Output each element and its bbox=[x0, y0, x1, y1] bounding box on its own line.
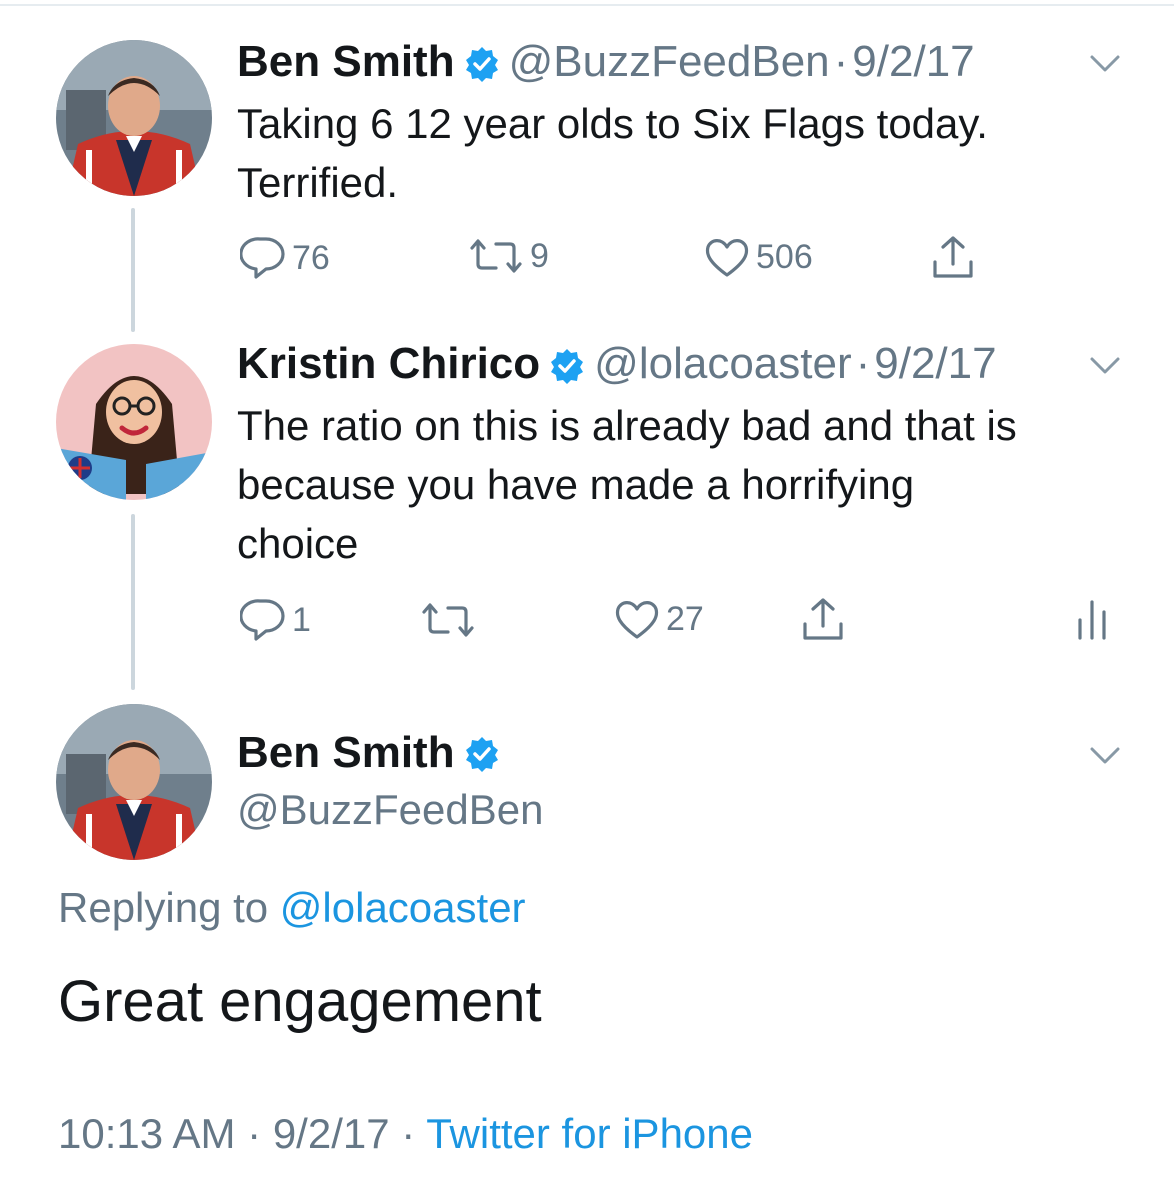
reply-count: 1 bbox=[292, 600, 311, 639]
avatar-kristin-chirico[interactable] bbox=[56, 344, 212, 500]
retweet-icon bbox=[422, 603, 474, 637]
author-name[interactable]: Ben Smith bbox=[237, 36, 455, 88]
tweet-text: The ratio on this is already bad and tha… bbox=[237, 396, 1117, 573]
focus-tweet-text: Great engagement bbox=[58, 969, 542, 1034]
reply-icon bbox=[240, 599, 285, 641]
like-button[interactable]: 27 bbox=[614, 598, 704, 640]
replying-prefix: Replying to bbox=[58, 884, 269, 931]
tweet-text-line: choice bbox=[237, 520, 359, 567]
author-handle[interactable]: @lolacoaster bbox=[594, 338, 851, 390]
tweet-date[interactable]: 9/2/17 bbox=[874, 338, 996, 390]
share-button[interactable] bbox=[930, 234, 982, 280]
share-icon bbox=[933, 236, 973, 278]
author-handle[interactable]: @BuzzFeedBen bbox=[237, 786, 543, 834]
top-divider bbox=[0, 4, 1174, 6]
verified-badge-icon bbox=[548, 345, 586, 384]
heart-icon bbox=[705, 239, 749, 277]
verified-badge-icon bbox=[463, 734, 501, 772]
analytics-icon bbox=[1078, 600, 1106, 640]
tweet-meta: 10:13 AM · 9/2/17 · Twitter for iPhone bbox=[58, 1110, 753, 1158]
share-icon bbox=[803, 598, 843, 640]
reply-count: 76 bbox=[292, 238, 330, 277]
separator-dot: · bbox=[247, 1110, 262, 1157]
replying-to-handle[interactable]: @lolacoaster bbox=[280, 884, 526, 931]
retweet-icon bbox=[470, 239, 522, 273]
tweet-text-line: Taking 6 12 year olds to Six Flags today… bbox=[237, 100, 988, 147]
tweet-date[interactable]: 9/2/17 bbox=[852, 36, 974, 88]
separator-dot: · bbox=[401, 1110, 416, 1157]
tweet-text-line: because you have made a horrifying bbox=[237, 461, 915, 508]
tweet-text-line: The ratio on this is already bad and tha… bbox=[237, 402, 1017, 449]
chevron-down-icon[interactable] bbox=[1088, 738, 1122, 772]
share-button[interactable] bbox=[800, 596, 852, 642]
tweet-source-link[interactable]: Twitter for iPhone bbox=[426, 1110, 753, 1157]
retweet-button[interactable] bbox=[420, 600, 482, 640]
author-name[interactable]: Kristin Chirico bbox=[237, 338, 540, 390]
avatar-ben-smith[interactable] bbox=[56, 40, 212, 196]
author-name[interactable]: Ben Smith bbox=[237, 728, 455, 778]
thread-line bbox=[131, 208, 135, 332]
retweet-button[interactable]: 9 bbox=[468, 236, 549, 276]
tweet-date: 9/2/17 bbox=[272, 1110, 390, 1157]
tweet-time: 10:13 AM bbox=[58, 1110, 236, 1157]
author-handle[interactable]: @BuzzFeedBen bbox=[509, 36, 830, 88]
separator-dot: · bbox=[855, 339, 871, 388]
like-button[interactable]: 506 bbox=[704, 236, 813, 278]
tweet-text-line: Terrified. bbox=[237, 159, 399, 206]
separator-dot: · bbox=[833, 37, 849, 86]
avatar-ben-smith[interactable] bbox=[56, 704, 212, 860]
like-count: 506 bbox=[756, 237, 813, 276]
chevron-down-icon[interactable] bbox=[1088, 46, 1122, 80]
tweet-text: Taking 6 12 year olds to Six Flags today… bbox=[237, 94, 1117, 212]
thread-line bbox=[131, 514, 135, 690]
heart-icon bbox=[615, 601, 659, 639]
replying-to: Replying to @lolacoaster bbox=[58, 884, 526, 932]
reply-button[interactable]: 76 bbox=[240, 236, 330, 280]
reply-button[interactable]: 1 bbox=[240, 598, 311, 642]
analytics-button[interactable] bbox=[1076, 598, 1114, 640]
verified-badge-icon bbox=[463, 43, 501, 82]
chevron-down-icon[interactable] bbox=[1088, 348, 1122, 382]
retweet-count: 9 bbox=[530, 236, 549, 275]
like-count: 27 bbox=[666, 599, 704, 638]
reply-icon bbox=[240, 237, 285, 279]
